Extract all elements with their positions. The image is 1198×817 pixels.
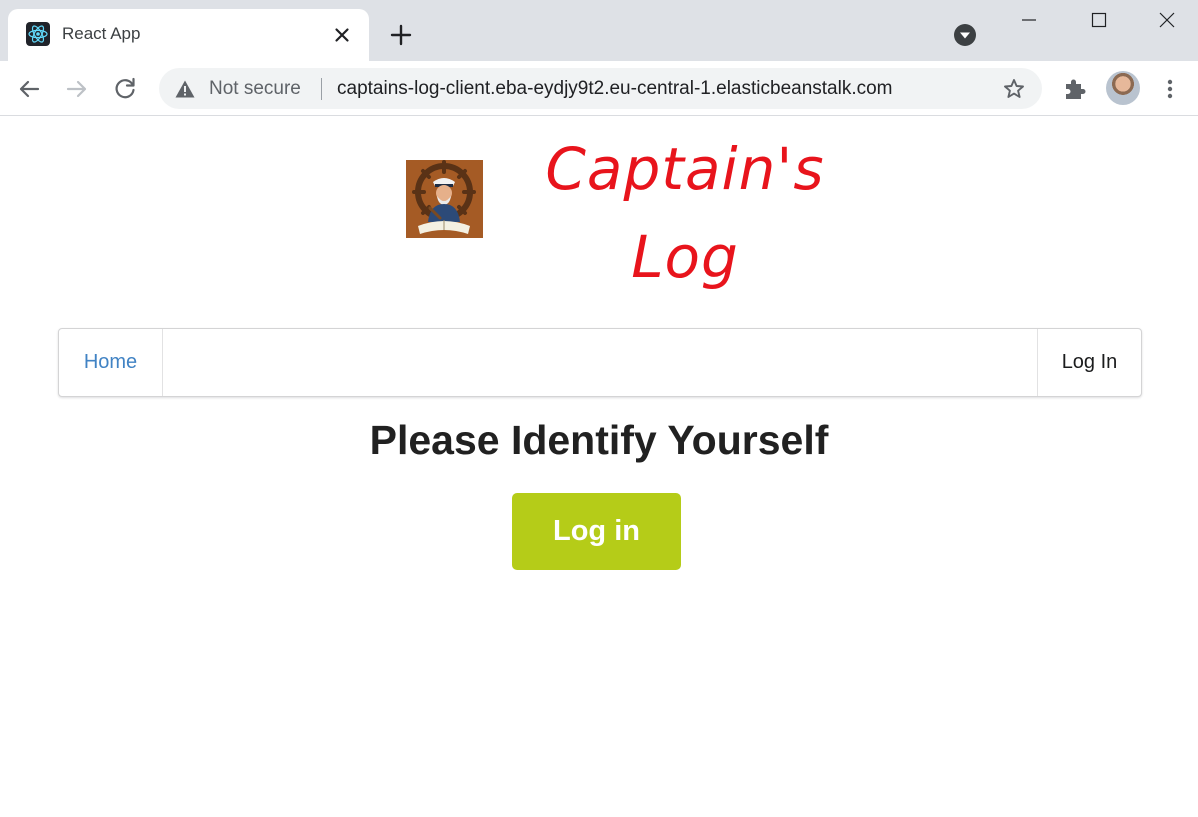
main-navbar: Home Log In bbox=[58, 328, 1142, 397]
back-arrow-icon[interactable] bbox=[14, 74, 44, 104]
nav-item-login[interactable]: Log In bbox=[1037, 329, 1141, 396]
browser-toolbar: Not secure captains-log-client.eba-eydjy… bbox=[0, 61, 1198, 116]
login-button[interactable]: Log in bbox=[512, 493, 681, 570]
page-content: Captain's Log Home Log In Please Identif… bbox=[0, 117, 1198, 817]
not-secure-label[interactable]: Not secure bbox=[209, 78, 301, 100]
new-tab-plus-icon[interactable] bbox=[387, 21, 415, 49]
extensions-puzzle-icon[interactable] bbox=[1061, 75, 1089, 103]
captain-at-ships-wheel-image bbox=[406, 160, 483, 238]
nav-item-home[interactable]: Home bbox=[59, 329, 163, 396]
window-minimize-button[interactable] bbox=[996, 0, 1064, 40]
omnibox-divider bbox=[321, 78, 322, 100]
kebab-menu-icon[interactable] bbox=[1157, 75, 1183, 103]
browser-tab-strip: React App bbox=[0, 0, 1198, 61]
window-maximize-button[interactable] bbox=[1066, 0, 1134, 40]
tab-search-dropdown-icon[interactable] bbox=[953, 23, 977, 47]
window-close-button[interactable] bbox=[1134, 0, 1198, 40]
address-bar[interactable]: Not secure captains-log-client.eba-eydjy… bbox=[159, 68, 1042, 109]
browser-tab-active[interactable]: React App bbox=[8, 9, 369, 61]
page-heading: Please Identify Yourself bbox=[369, 417, 829, 463]
profile-avatar[interactable] bbox=[1106, 71, 1140, 105]
bookmark-star-icon[interactable] bbox=[1002, 77, 1026, 101]
reload-icon[interactable] bbox=[110, 74, 140, 104]
close-tab-icon[interactable] bbox=[330, 23, 354, 47]
tab-title: React App bbox=[62, 24, 141, 43]
react-logo-icon bbox=[26, 22, 50, 46]
warning-triangle-icon[interactable] bbox=[174, 78, 196, 100]
site-title: Captain's Log bbox=[545, 135, 825, 291]
forward-arrow-icon[interactable] bbox=[62, 74, 92, 104]
url-text[interactable]: captains-log-client.eba-eydjy9t2.eu-cent… bbox=[337, 78, 893, 100]
